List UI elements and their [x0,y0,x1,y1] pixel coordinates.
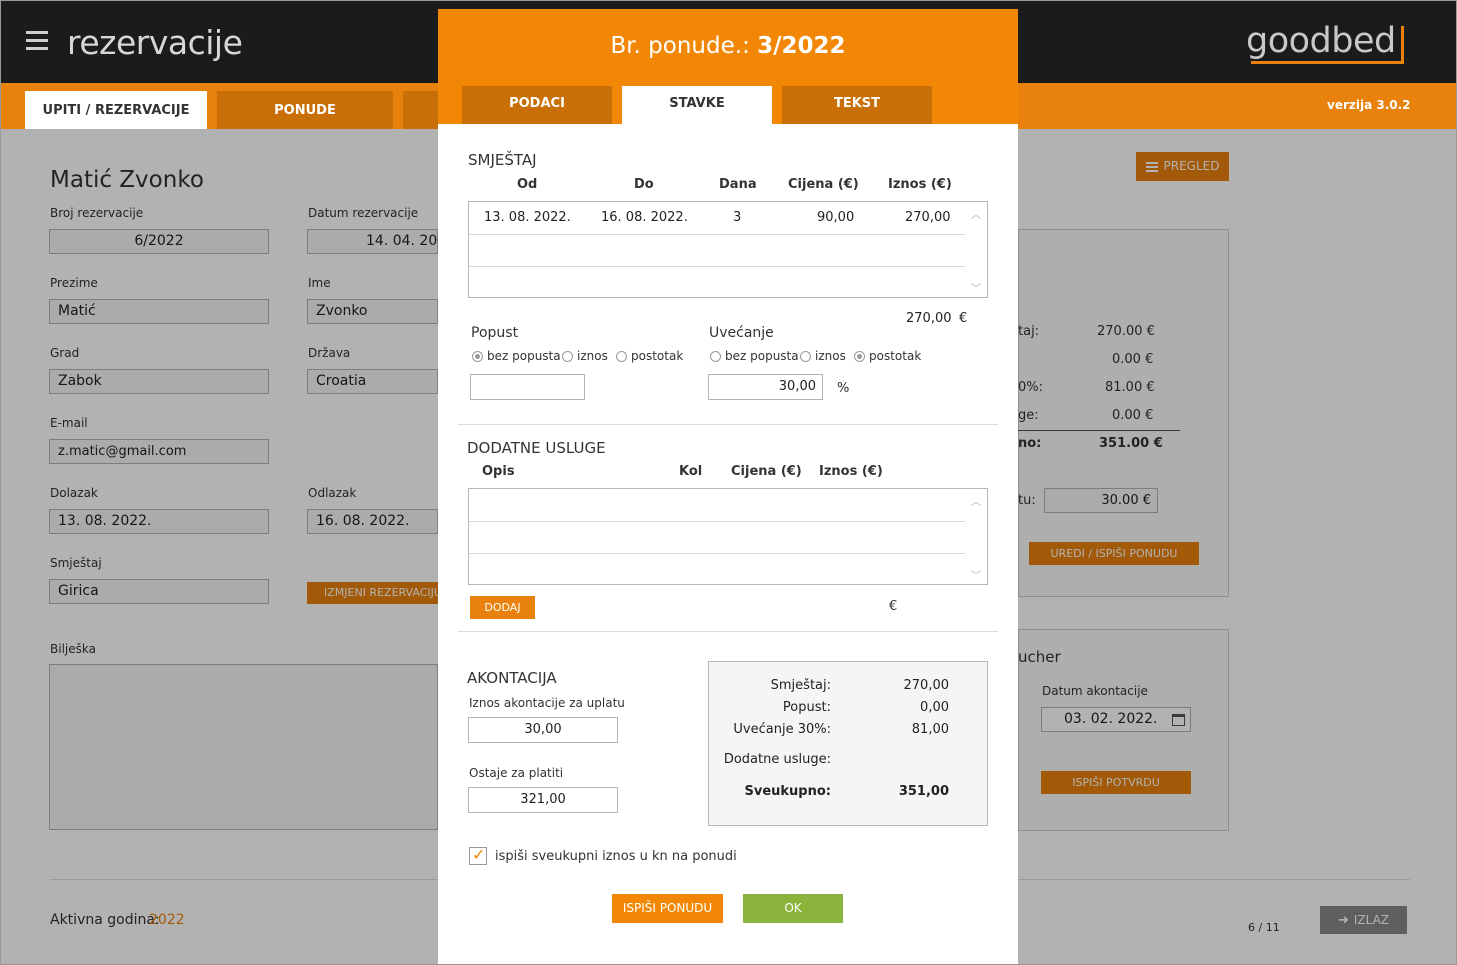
tab-podaci[interactable]: PODACI [462,86,612,124]
ispisi-kn-checkbox[interactable]: ✓ [469,845,487,865]
sum-value-smjestaj: 270,00 [903,678,950,693]
tab-hidden[interactable] [403,91,443,129]
tab-tekst[interactable]: TEKST [782,86,932,124]
ponuda-modal: Br. ponude.: 3/2022 PODACI STAVKE TEKST … [438,9,1018,964]
col-cijena: Cijena (€) [788,177,859,192]
scroll-down-icon[interactable]: ﹀ [971,567,981,582]
section-divider [458,424,998,425]
modal-title: Br. ponude.: 3/2022 [438,33,1018,59]
col-cijena-usluge: Cijena (€) [731,464,802,479]
sum-label-sveukupno: Sveukupno: [744,784,832,799]
smjestaj-section-title: SMJEŠTAJ [468,151,537,169]
sum-label-dodatne: Dodatne usluge: [723,752,831,767]
ostaje-input[interactable]: 321,00 [468,787,618,813]
col-dana: Dana [719,177,757,192]
uvecanje-radio-bez[interactable] [710,351,721,362]
popust-label: Popust [471,325,519,341]
scroll-up-icon[interactable]: ︿ [971,206,981,221]
ispisi-ponudu-button[interactable]: ISPIŠI PONUDU [612,894,723,923]
row-divider [469,521,965,522]
row-divider [469,266,965,267]
popust-option-postotak: postotak [631,349,684,363]
iznos-akontacije-input[interactable]: 30,00 [468,717,618,743]
popust-input[interactable] [470,374,585,400]
ok-button[interactable]: OK [743,894,843,923]
modal-title-prefix: Br. ponude.: [610,33,750,59]
cell-od: 13. 08. 2022. [484,210,571,225]
tab-stavke[interactable]: STAVKE [622,86,772,124]
col-kol: Kol [679,464,703,479]
hamburger-icon[interactable] [26,31,48,51]
popust-radio-bez[interactable] [472,351,483,362]
cell-dana: 3 [733,210,742,225]
col-opis: Opis [482,464,515,479]
smjestaj-total: 270,00 [906,311,952,326]
scroll-down-icon[interactable]: ﹀ [971,280,981,295]
smjestaj-table[interactable]: 13. 08. 2022. 16. 08. 2022. 3 90,00 270,… [468,201,988,298]
tab-ponude[interactable]: PONUDE [217,91,393,129]
uvecanje-input[interactable]: 30,00 [708,374,823,400]
dodatne-table[interactable]: ︿ ﹀ [468,488,988,585]
sum-value-popust: 0,00 [920,700,949,715]
uvecanje-option-postotak: postotak [869,349,922,363]
sum-label-smjestaj: Smještaj: [770,678,831,693]
table-row[interactable]: 13. 08. 2022. 16. 08. 2022. 3 90,00 270,… [469,202,965,234]
uvecanje-radio-postotak[interactable] [854,351,865,362]
app-title: rezervacije [67,23,243,62]
logo: goodbed [1246,21,1396,61]
version-label: verzija 3.0.2 [1327,98,1411,112]
sum-value-sveukupno: 351,00 [898,784,949,799]
ponuda-summary-box: Smještaj: 270,00 Popust: 0,00 Uvećanje 3… [708,661,988,826]
row-divider [469,553,965,554]
tab-upiti-rezervacije[interactable]: UPITI / REZERVACIJE [25,91,207,129]
popust-radio-postotak[interactable] [616,351,627,362]
logo-cursor [1401,26,1404,64]
checkmark-icon: ✓ [472,845,486,864]
logo-underline [1251,61,1403,64]
col-iznos-usluge: Iznos (€) [819,464,883,479]
dodaj-button[interactable]: DODAJ [470,596,535,619]
cell-do: 16. 08. 2022. [601,210,688,225]
smjestaj-currency: € [959,311,968,326]
sum-label-uvecanje: Uvećanje 30%: [733,722,831,737]
modal-title-number: 3/2022 [757,33,846,59]
uvecanje-option-bez: bez popusta [725,349,799,363]
popust-radio-iznos[interactable] [562,351,573,362]
uvecanje-unit: % [837,381,850,396]
cell-iznos: 270,00 [905,210,951,225]
uvecanje-radio-iznos[interactable] [800,351,811,362]
uvecanje-label: Uvećanje [709,325,774,341]
popust-option-bez: bez popusta [487,349,561,363]
dodatne-currency: € [889,599,898,614]
akontacija-section-title: AKONTACIJA [467,669,557,687]
section-divider [458,631,998,632]
app-window: rezervacije goodbed UPITI / REZERVACIJE … [0,0,1457,965]
col-od: Od [517,177,538,192]
col-iznos: Iznos (€) [888,177,952,192]
ostaje-label: Ostaje za platiti [469,766,564,780]
sum-label-popust: Popust: [782,700,831,715]
dodatne-section-title: DODATNE USLUGE [467,439,606,457]
row-divider [469,234,965,235]
popust-option-iznos: iznos [577,349,608,363]
cell-cijena: 90,00 [817,210,855,225]
sum-value-uvecanje: 81,00 [911,722,949,737]
col-do: Do [634,177,654,192]
iznos-akontacije-label: Iznos akontacije za uplatu [469,696,625,710]
scroll-up-icon[interactable]: ︿ [971,493,981,508]
uvecanje-option-iznos: iznos [815,349,846,363]
ispisi-kn-label: ispiši sveukupni iznos u kn na ponudi [495,849,737,864]
